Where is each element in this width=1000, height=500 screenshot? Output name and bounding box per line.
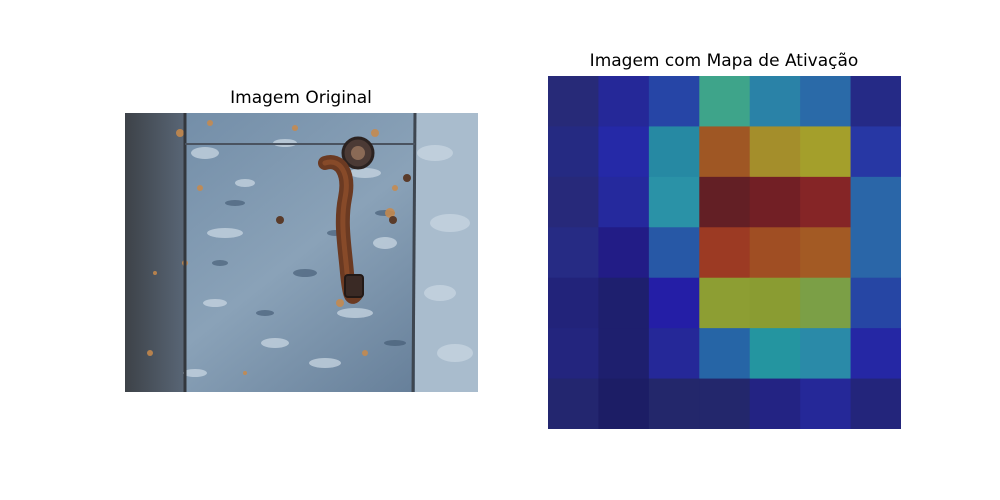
heatmap-cell xyxy=(598,378,650,430)
heatmap-cell xyxy=(699,76,751,127)
heatmap-cell xyxy=(749,176,801,228)
heatmap-cell xyxy=(598,227,650,279)
heatmap-cell xyxy=(548,378,599,430)
heatmap-cell xyxy=(749,328,801,380)
heatmap-cell xyxy=(598,126,650,178)
activation-map-title: Imagem com Mapa de Ativação xyxy=(589,51,859,71)
heatmap-cell xyxy=(749,378,801,430)
heatmap-cell xyxy=(850,76,902,127)
heatmap-cell xyxy=(800,76,852,127)
heatmap-cell xyxy=(548,328,599,380)
heatmap-cell xyxy=(548,277,599,329)
heatmap-cell xyxy=(699,378,751,430)
heatmap-cell xyxy=(800,328,852,380)
heatmap-cell xyxy=(749,277,801,329)
heatmap-cell xyxy=(699,227,751,279)
heatmap-cell xyxy=(699,126,751,178)
heatmap-cell xyxy=(648,277,700,329)
heatmap-cell xyxy=(850,378,902,430)
heatmap-cell xyxy=(548,176,599,228)
heatmap-cell xyxy=(749,76,801,127)
heatmap-cell xyxy=(699,176,751,228)
heatmap-cell xyxy=(800,277,852,329)
heatmap-grid xyxy=(548,76,902,430)
heatmap-cell xyxy=(598,76,650,127)
heatmap-cell xyxy=(699,328,751,380)
heatmap-cell xyxy=(648,328,700,380)
heatmap-cell xyxy=(800,378,852,430)
heatmap-cell xyxy=(850,126,902,178)
heatmap-cell xyxy=(800,227,852,279)
heatmap-cell xyxy=(648,227,700,279)
heatmap-cell xyxy=(850,277,902,329)
heatmap-cell xyxy=(800,126,852,178)
heatmap-cell xyxy=(548,227,599,279)
heatmap-cell xyxy=(699,277,751,329)
heatmap-cell xyxy=(648,126,700,178)
heatmap-cell xyxy=(648,76,700,127)
heatmap-cell xyxy=(850,328,902,380)
heatmap-cell xyxy=(850,176,902,228)
heatmap-cell xyxy=(800,176,852,228)
activation-heatmap xyxy=(548,76,902,430)
heatmap-cell xyxy=(648,176,700,228)
heatmap-cell xyxy=(850,227,902,279)
original-photo xyxy=(125,113,478,392)
heatmap-cell xyxy=(749,227,801,279)
heatmap-cell xyxy=(749,126,801,178)
heatmap-cell xyxy=(548,126,599,178)
heatmap-cell xyxy=(648,378,700,430)
original-image-title: Imagem Original xyxy=(230,88,372,108)
heatmap-cell xyxy=(598,328,650,380)
heatmap-cell xyxy=(598,176,650,228)
heatmap-cell xyxy=(548,76,599,127)
heatmap-cell xyxy=(598,277,650,329)
rusty-door-handle-photo xyxy=(125,113,478,392)
